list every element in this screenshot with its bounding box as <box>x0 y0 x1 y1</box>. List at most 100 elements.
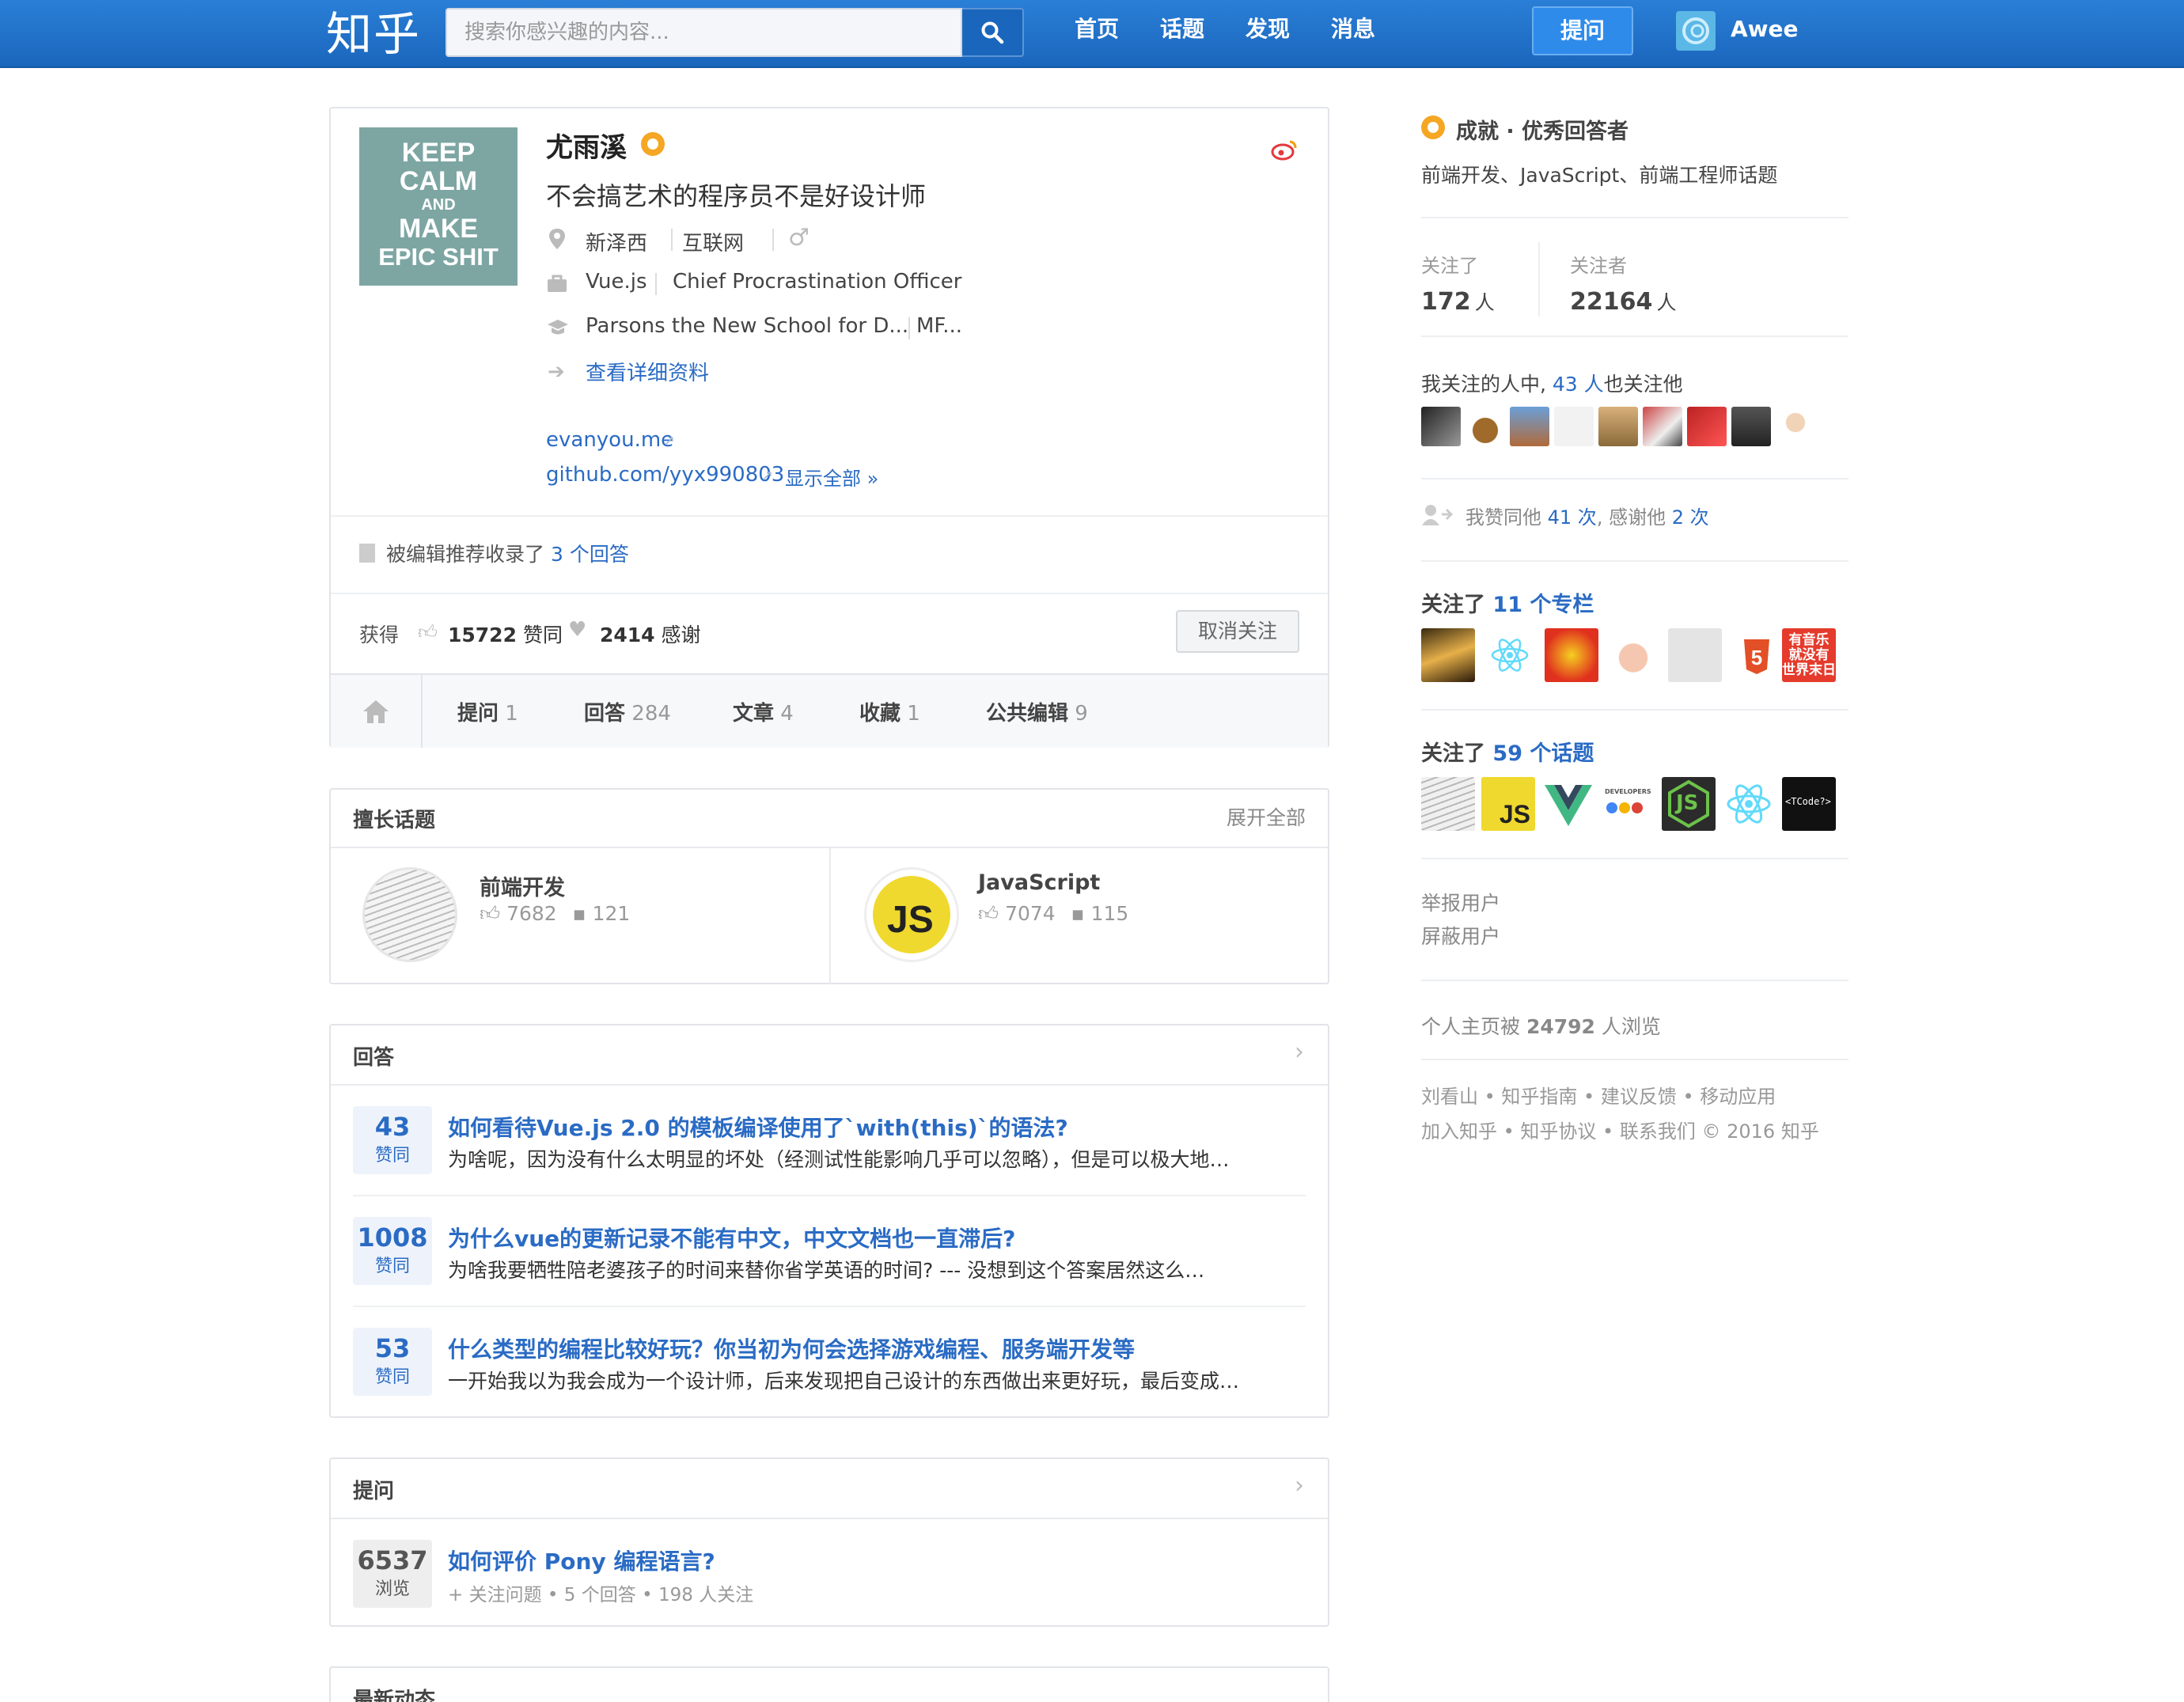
chevron-right-icon[interactable]: › <box>1295 1472 1304 1499</box>
footer-link[interactable]: 联系我们 <box>1620 1120 1696 1143</box>
answer-excerpt[interactable]: 一开始我以为我会成为一个设计师，后来发现把自己设计的东西做出来更好玩，最后变成… <box>448 1366 1239 1394</box>
answer-excerpt[interactable]: 为啥我要牺牲陪老婆孩子的时间来替你省学英语的时间? --- 没想到这个答案居然这… <box>448 1255 1204 1283</box>
column-thumb[interactable] <box>1606 628 1660 682</box>
show-all-links[interactable]: 显示全部 » <box>785 463 878 491</box>
report-user-link[interactable]: 举报用户 <box>1421 888 1500 916</box>
followers-block[interactable]: 关注者 22164 人 <box>1570 250 1676 316</box>
column-thumb-music[interactable]: 有音乐 就没有 世界末日 <box>1782 628 1836 682</box>
column-thumb[interactable] <box>1545 628 1598 682</box>
answer-question-title[interactable]: 什么类型的编程比较好玩？你当初为何会选择游戏编程、服务端开发等 <box>448 1332 1135 1364</box>
topic-name[interactable]: 前端开发 <box>480 870 565 901</box>
search-button[interactable] <box>962 8 1024 57</box>
user-name[interactable]: Awee <box>1731 0 1799 59</box>
chevron-right-icon[interactable]: › <box>1295 1038 1304 1066</box>
mutual-avatar[interactable] <box>1643 407 1682 446</box>
topic-thumb[interactable]: DEVELOPERS <box>1602 777 1655 831</box>
topic-avatar-javascript[interactable]: JS <box>864 867 959 962</box>
topic-thumb[interactable]: JS <box>1662 777 1716 831</box>
avatar-text-line: MAKE <box>398 214 479 244</box>
editor-pick-link[interactable]: 3 个回答 <box>551 543 629 566</box>
avatar-text-line: EPIC SHIT <box>378 243 499 271</box>
answer-question-title[interactable]: 如何看待Vue.js 2.0 的模板编译使用了`with(this)`的语法? <box>448 1111 1068 1143</box>
stats-divider <box>1538 242 1540 317</box>
ask-question-button[interactable]: 提问 <box>1532 6 1633 55</box>
footer-link[interactable]: 加入知乎 <box>1421 1120 1497 1143</box>
columns-link[interactable]: 11 个专栏 <box>1492 593 1594 617</box>
agree-link[interactable]: 41 次 <box>1548 506 1597 529</box>
school-text[interactable]: Parsons the New School for D... <box>586 314 908 338</box>
topics-prefix: 关注了 <box>1421 741 1485 766</box>
block-user-link[interactable]: 屏蔽用户 <box>1421 921 1500 950</box>
heart-icon: ♥ <box>568 618 587 642</box>
external-link-icon: ↗ <box>663 433 676 449</box>
divider <box>331 515 1328 517</box>
agree-prefix: 我赞同他 <box>1465 506 1541 529</box>
expand-all-link[interactable]: 展开全部 <box>1227 802 1306 831</box>
nav-topics[interactable]: 话题 <box>1160 0 1204 68</box>
answer-vote-count[interactable]: 53 赞同 <box>353 1328 432 1396</box>
column-thumb[interactable] <box>1483 628 1537 682</box>
mutual-avatar[interactable] <box>1554 407 1594 446</box>
topics-link[interactable]: 59 个话题 <box>1492 741 1594 766</box>
answer-question-title[interactable]: 为什么vue的更新记录不能有中文，中文文档也一直滞后? <box>448 1222 1015 1253</box>
unfollow-button[interactable]: 取消关注 <box>1176 610 1299 653</box>
answer-vote-count[interactable]: 1008 赞同 <box>353 1217 432 1285</box>
achievement-badge-icon <box>1421 116 1445 139</box>
github-link[interactable]: github.com/yyx990803 <box>546 463 784 487</box>
following-label: 关注了 <box>1421 255 1478 277</box>
nav-explore[interactable]: 发现 <box>1246 0 1290 68</box>
tab-public-edits[interactable]: 公共编辑 9 <box>986 697 1088 726</box>
vote-unit: 赞同 <box>374 1257 410 1276</box>
footer-link[interactable]: 移动应用 <box>1700 1086 1776 1108</box>
topic-thumb[interactable]: <TCode?> <box>1782 777 1836 831</box>
question-answers[interactable]: 5 个回答 <box>564 1585 636 1605</box>
company-text[interactable]: Vue.js <box>586 270 647 294</box>
footer-link[interactable]: 知乎协议 <box>1520 1120 1596 1143</box>
mutual-avatar[interactable] <box>1421 407 1461 446</box>
following-block[interactable]: 关注了 172 人 <box>1421 250 1495 316</box>
column-thumb[interactable] <box>1421 628 1475 682</box>
topic-thumb[interactable] <box>1421 777 1475 831</box>
recent-activity-card: 最新动态 <box>329 1666 1329 1702</box>
answer-vote-count[interactable]: 43 赞同 <box>353 1106 432 1174</box>
user-avatar[interactable] <box>1676 11 1716 51</box>
home-tab[interactable] <box>331 675 423 748</box>
topic-thumb[interactable] <box>1541 777 1595 831</box>
nav-messages[interactable]: 消息 <box>1331 0 1375 68</box>
topic-thumb[interactable] <box>1722 777 1776 831</box>
tab-label: 文章 <box>733 702 775 726</box>
column-thumb[interactable] <box>1668 628 1722 682</box>
mutual-avatar[interactable] <box>1598 407 1638 446</box>
mutual-link[interactable]: 43 人 <box>1553 373 1604 396</box>
mutual-avatar[interactable] <box>1687 407 1727 446</box>
column-thumb[interactable]: 5 <box>1730 628 1784 682</box>
website-link[interactable]: evanyou.me <box>546 428 673 452</box>
answer-excerpt[interactable]: 为啥呢，因为没有什么太明显的坏处（经测试性能影响几乎可以忽略），但是可以极大地… <box>448 1144 1230 1173</box>
mutual-avatar[interactable] <box>1465 407 1505 446</box>
footer-link[interactable]: 知乎指南 <box>1501 1086 1577 1108</box>
search-input[interactable]: 搜索你感兴趣的内容... <box>446 8 962 57</box>
zhihu-logo[interactable]: 知乎 <box>326 6 421 62</box>
thank-link[interactable]: 2 次 <box>1672 506 1709 529</box>
tab-collections[interactable]: 收藏 1 <box>859 697 920 726</box>
footer-link[interactable]: 刘看山 <box>1421 1086 1478 1108</box>
achievement-title: 成就 · 优秀回答者 <box>1456 119 1629 144</box>
weibo-icon[interactable] <box>1271 138 1298 161</box>
tab-answers[interactable]: 回答 284 <box>584 697 671 726</box>
topic-avatar-frontend[interactable] <box>362 867 457 962</box>
nav-home[interactable]: 首页 <box>1075 0 1119 68</box>
topic-name[interactable]: JavaScript <box>978 870 1100 895</box>
js-logo-text: JS <box>1499 800 1530 828</box>
follow-question-link[interactable]: + 关注问题 <box>448 1585 542 1605</box>
location-text[interactable]: 新泽西 <box>586 227 647 256</box>
tab-questions[interactable]: 提问 1 <box>457 697 518 726</box>
tab-articles[interactable]: 文章 4 <box>733 697 794 726</box>
industry-text[interactable]: 互联网 <box>682 227 744 256</box>
view-details-link[interactable]: 查看详细资料 <box>586 357 709 386</box>
mutual-avatar[interactable] <box>1776 407 1815 446</box>
footer-link[interactable]: 建议反馈 <box>1601 1086 1677 1108</box>
topic-thumb[interactable]: JS <box>1481 777 1535 831</box>
mutual-avatar[interactable] <box>1510 407 1549 446</box>
mutual-avatar[interactable] <box>1731 407 1771 446</box>
question-title[interactable]: 如何评价 Pony 编程语言? <box>448 1545 715 1576</box>
